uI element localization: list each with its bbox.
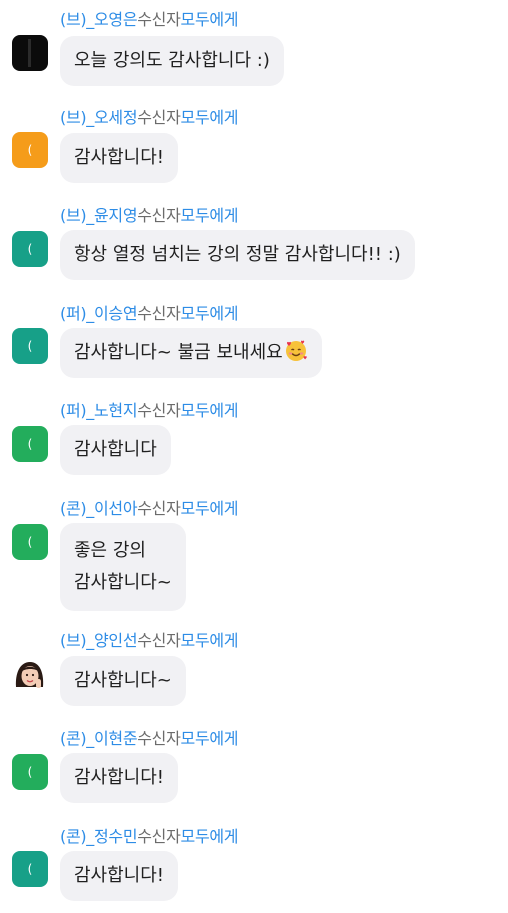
message-header: (브)_윤지영수신자모두에게 xyxy=(60,206,239,226)
avatar-initial: ( xyxy=(27,862,33,876)
recipient-separator: 수신자 xyxy=(137,401,181,420)
message-bubble: 감사합니다~ 불금 보내세요 xyxy=(60,328,322,378)
message-bubble: 감사합니다! xyxy=(60,753,179,803)
message-text: 감사합니다! xyxy=(74,147,165,168)
sender-name[interactable]: (브)_양인선 xyxy=(60,631,138,650)
recipient-separator: 수신자 xyxy=(137,499,181,518)
message-header: (콘)_정수민수신자모두에게 xyxy=(60,827,239,847)
sender-name[interactable]: (콘)_정수민 xyxy=(60,827,138,846)
recipient-name[interactable]: 모두에게 xyxy=(181,401,239,420)
recipient-name[interactable]: 모두에게 xyxy=(181,206,239,225)
recipient-name[interactable]: 모두에게 xyxy=(181,729,239,748)
message-bubble: 감사합니다 xyxy=(60,425,171,475)
message-bubble: 감사합니다! xyxy=(60,851,179,901)
message-header: (콘)_이현준수신자모두에게 xyxy=(60,729,239,749)
message-text: 오늘 강의도 감사합니다 :) xyxy=(74,50,270,71)
sender-name[interactable]: (퍼)_노현지 xyxy=(60,401,138,420)
message-bubble: 좋은 강의 감사합니다~ xyxy=(60,523,186,611)
recipient-separator: 수신자 xyxy=(137,10,181,29)
avatar-initial: ( xyxy=(27,143,33,157)
avatar-initial: ( xyxy=(27,437,33,451)
recipient-separator: 수신자 xyxy=(137,827,181,846)
recipient-name[interactable]: 모두에게 xyxy=(181,631,239,650)
avatar[interactable]: ( xyxy=(12,426,48,462)
recipient-name[interactable]: 모두에게 xyxy=(181,827,239,846)
sender-name[interactable]: (콘)_이현준 xyxy=(60,729,138,748)
message-header: (브)_양인선수신자모두에게 xyxy=(60,631,239,651)
message-bubble: 감사합니다~ xyxy=(60,656,186,706)
recipient-name[interactable]: 모두에게 xyxy=(181,10,239,29)
recipient-separator: 수신자 xyxy=(137,304,181,323)
message-text: 감사합니다! xyxy=(74,865,165,886)
recipient-separator: 수신자 xyxy=(137,108,181,127)
sender-name[interactable]: (퍼)_이승연 xyxy=(60,304,138,323)
message-text: 감사합니다~ xyxy=(74,572,172,593)
sender-name[interactable]: (브)_오세정 xyxy=(60,108,138,127)
avatar-initial: ( xyxy=(27,339,33,353)
message-header: (콘)_이선아수신자모두에게 xyxy=(60,499,239,519)
recipient-name[interactable]: 모두에게 xyxy=(181,304,239,323)
message-bubble: 항상 열정 넘치는 강의 정말 감사합니다!! :) xyxy=(60,230,415,280)
message-text: 감사합니다~ 불금 보내세요 xyxy=(74,342,283,363)
avatar[interactable]: ( xyxy=(12,231,48,267)
smiling-face-with-hearts-icon xyxy=(285,340,307,361)
profile-photo-icon xyxy=(15,662,44,693)
message-text: 항상 열정 넘치는 강의 정말 감사합니다!! :) xyxy=(74,244,401,265)
sender-name[interactable]: (브)_윤지영 xyxy=(60,206,138,225)
avatar[interactable] xyxy=(12,35,48,71)
sender-name[interactable]: (브)_오영은 xyxy=(60,10,138,29)
avatar[interactable]: ( xyxy=(12,754,48,790)
sender-name[interactable]: (콘)_이선아 xyxy=(60,499,138,518)
message-text: 감사합니다 xyxy=(74,439,157,460)
message-header: (퍼)_노현지수신자모두에게 xyxy=(60,401,239,421)
recipient-name[interactable]: 모두에게 xyxy=(181,499,239,518)
avatar-initial: ( xyxy=(27,242,33,256)
avatar[interactable] xyxy=(12,657,48,693)
message-text: 감사합니다! xyxy=(74,767,165,788)
recipient-separator: 수신자 xyxy=(137,729,181,748)
recipient-name[interactable]: 모두에게 xyxy=(181,108,239,127)
avatar[interactable]: ( xyxy=(12,524,48,560)
recipient-separator: 수신자 xyxy=(137,631,181,650)
avatar[interactable]: ( xyxy=(12,132,48,168)
avatar-initial: ( xyxy=(27,765,33,779)
avatar[interactable]: ( xyxy=(12,851,48,887)
message-bubble: 오늘 강의도 감사합니다 :) xyxy=(60,36,284,86)
message-header: (퍼)_이승연수신자모두에게 xyxy=(60,304,239,324)
message-header: (브)_오영은수신자모두에게 xyxy=(60,10,239,30)
message-text: 좋은 강의 xyxy=(74,540,146,561)
avatar[interactable]: ( xyxy=(12,328,48,364)
avatar-initial: ( xyxy=(27,535,33,549)
message-header: (브)_오세정수신자모두에게 xyxy=(60,108,239,128)
message-bubble: 감사합니다! xyxy=(60,133,179,183)
message-text: 감사합니다~ xyxy=(74,670,172,691)
recipient-separator: 수신자 xyxy=(137,206,181,225)
